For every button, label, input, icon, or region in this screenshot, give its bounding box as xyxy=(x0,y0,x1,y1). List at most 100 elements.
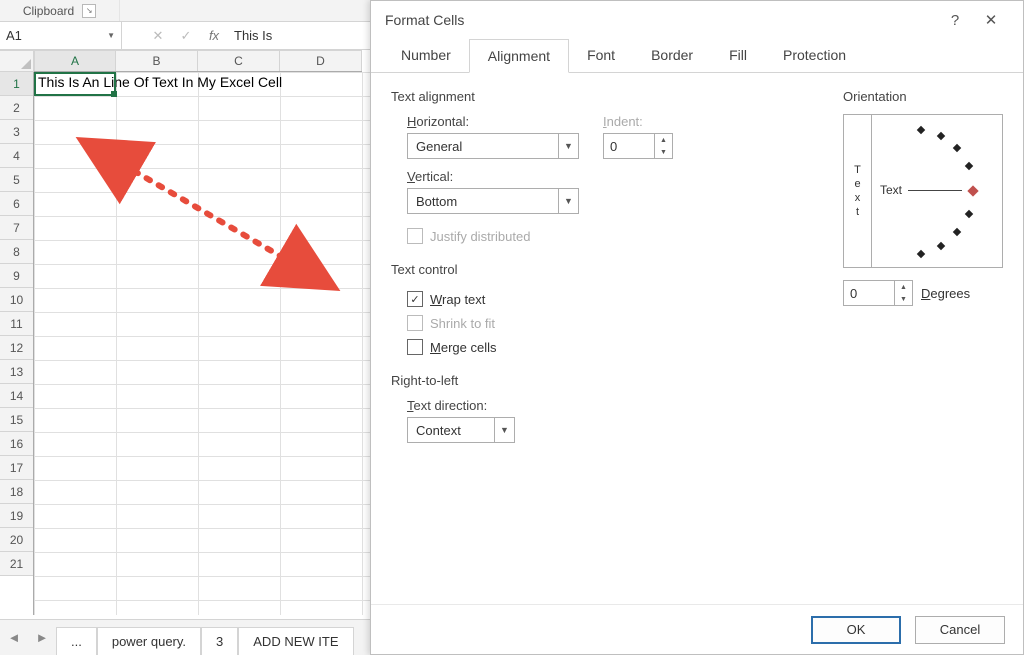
tab-number[interactable]: Number xyxy=(383,39,469,72)
cancel-button[interactable]: Cancel xyxy=(915,616,1005,644)
format-cells-dialog: Format Cells ? ✕ Number Alignment Font B… xyxy=(370,0,1024,655)
row-header[interactable]: 10 xyxy=(0,288,33,312)
row-header[interactable]: 3 xyxy=(0,120,33,144)
insert-function-icon[interactable]: fx xyxy=(200,22,228,49)
shrink-checkbox xyxy=(407,315,423,331)
select-all-cells[interactable] xyxy=(0,50,34,72)
group-text-control: Text control xyxy=(391,262,815,277)
column-headers: A B C D xyxy=(34,50,362,72)
merge-cells-label: Merge cells xyxy=(430,340,496,355)
row-header[interactable]: 1 xyxy=(0,72,33,96)
horizontal-value: General xyxy=(416,139,462,154)
row-header[interactable]: 11 xyxy=(0,312,33,336)
clipboard-launcher-icon[interactable]: ↘ xyxy=(82,4,96,18)
enter-formula-icon[interactable]: ✓ xyxy=(172,22,200,49)
row-header[interactable]: 19 xyxy=(0,504,33,528)
row-header[interactable]: 6 xyxy=(0,192,33,216)
col-header-d[interactable]: D xyxy=(280,51,362,71)
sheet-tab[interactable]: 3 xyxy=(201,627,238,655)
tab-nav-prev-icon[interactable]: ◄ xyxy=(0,630,28,645)
row-header[interactable]: 16 xyxy=(0,432,33,456)
vertical-value: Bottom xyxy=(416,194,457,209)
degrees-label: Degrees xyxy=(921,286,970,301)
orientation-handle-icon[interactable] xyxy=(967,185,978,196)
tab-overflow[interactable]: ... xyxy=(56,627,97,655)
shrink-label: Shrink to fit xyxy=(430,316,495,331)
tab-alignment[interactable]: Alignment xyxy=(469,39,569,73)
help-button[interactable]: ? xyxy=(937,12,973,29)
sheet-tab[interactable]: power query. xyxy=(97,627,201,655)
vertical-label: Vertical: xyxy=(407,169,815,184)
text-direction-select[interactable]: Context ▼ xyxy=(407,417,515,443)
row-header[interactable]: 7 xyxy=(0,216,33,240)
cancel-formula-icon[interactable]: ✕ xyxy=(144,22,172,49)
orientation-text-label: Text xyxy=(880,183,902,197)
dialog-body: Text alignment HHorizontal:orizontal: Ge… xyxy=(371,73,1023,604)
name-box[interactable]: A1 ▼ xyxy=(0,22,122,49)
row-header[interactable]: 9 xyxy=(0,264,33,288)
text-direction-label: Text direction: xyxy=(407,398,815,413)
col-header-c[interactable]: C xyxy=(198,51,280,71)
sheet-tab[interactable]: ADD NEW ITE xyxy=(238,627,353,655)
degrees-value: 0 xyxy=(844,286,894,301)
row-header[interactable]: 20 xyxy=(0,528,33,552)
tab-fill[interactable]: Fill xyxy=(711,39,765,72)
group-orientation: Orientation xyxy=(843,89,1003,104)
spinner-up-icon[interactable]: ▲ xyxy=(655,134,672,146)
row-header[interactable]: 12 xyxy=(0,336,33,360)
row-header[interactable]: 13 xyxy=(0,360,33,384)
spinner-down-icon[interactable]: ▼ xyxy=(655,146,672,158)
dialog-tabs: Number Alignment Font Border Fill Protec… xyxy=(371,39,1023,73)
orientation-vertical-text[interactable]: Text xyxy=(844,115,872,267)
dropdown-icon: ▼ xyxy=(494,418,514,442)
wrap-text-label: Wrap text xyxy=(430,292,485,307)
degrees-spinner[interactable]: 0 ▲▼ xyxy=(843,280,913,306)
dialog-title: Format Cells xyxy=(385,12,464,28)
tab-protection[interactable]: Protection xyxy=(765,39,864,72)
ok-button[interactable]: OK xyxy=(811,616,901,644)
close-button[interactable]: ✕ xyxy=(973,11,1009,29)
active-cell-outline xyxy=(34,72,116,96)
group-rtl: Right-to-left xyxy=(391,373,815,388)
row-header[interactable]: 5 xyxy=(0,168,33,192)
dialog-titlebar[interactable]: Format Cells ? ✕ xyxy=(371,1,1023,39)
row-header[interactable]: 18 xyxy=(0,480,33,504)
name-box-value: A1 xyxy=(6,28,22,43)
row-header[interactable]: 8 xyxy=(0,240,33,264)
row-header[interactable]: 2 xyxy=(0,96,33,120)
text-direction-value: Context xyxy=(416,423,461,438)
col-header-b[interactable]: B xyxy=(116,51,198,71)
wrap-text-checkbox[interactable]: ✓ xyxy=(407,291,423,307)
indent-label: Indent: xyxy=(603,114,673,129)
indent-spinner[interactable]: 0 ▲▼ xyxy=(603,133,673,159)
orientation-dial[interactable]: Text xyxy=(872,115,1002,267)
dropdown-icon[interactable]: ▼ xyxy=(107,31,115,40)
justify-distributed-label: Justify distributed xyxy=(430,229,530,244)
dialog-button-bar: OK Cancel xyxy=(371,604,1023,654)
indent-value: 0 xyxy=(604,139,654,154)
ribbon-clipboard-label: Clipboard xyxy=(23,4,74,18)
horizontal-label: HHorizontal:orizontal: xyxy=(407,114,579,129)
row-headers: 1 2 3 4 5 6 7 8 9 10 11 12 13 14 15 16 1… xyxy=(0,72,34,615)
tab-font[interactable]: Font xyxy=(569,39,633,72)
row-header[interactable]: 15 xyxy=(0,408,33,432)
spinner-down-icon[interactable]: ▼ xyxy=(895,293,912,305)
spinner-up-icon[interactable]: ▲ xyxy=(895,281,912,293)
ribbon-clipboard-group: Clipboard ↘ xyxy=(0,0,120,21)
orientation-needle xyxy=(908,190,962,191)
horizontal-select[interactable]: General ▼ xyxy=(407,133,579,159)
row-header[interactable]: 17 xyxy=(0,456,33,480)
row-header[interactable]: 21 xyxy=(0,552,33,576)
merge-cells-checkbox[interactable] xyxy=(407,339,423,355)
tab-nav-next-icon[interactable]: ► xyxy=(28,630,56,645)
vertical-select[interactable]: Bottom ▼ xyxy=(407,188,579,214)
orientation-control[interactable]: Text Text xyxy=(843,114,1003,268)
row-header[interactable]: 4 xyxy=(0,144,33,168)
justify-distributed-checkbox xyxy=(407,228,423,244)
dropdown-icon: ▼ xyxy=(558,189,578,213)
group-text-alignment: Text alignment xyxy=(391,89,815,104)
row-header[interactable]: 14 xyxy=(0,384,33,408)
dropdown-icon: ▼ xyxy=(558,134,578,158)
col-header-a[interactable]: A xyxy=(34,51,116,71)
tab-border[interactable]: Border xyxy=(633,39,711,72)
